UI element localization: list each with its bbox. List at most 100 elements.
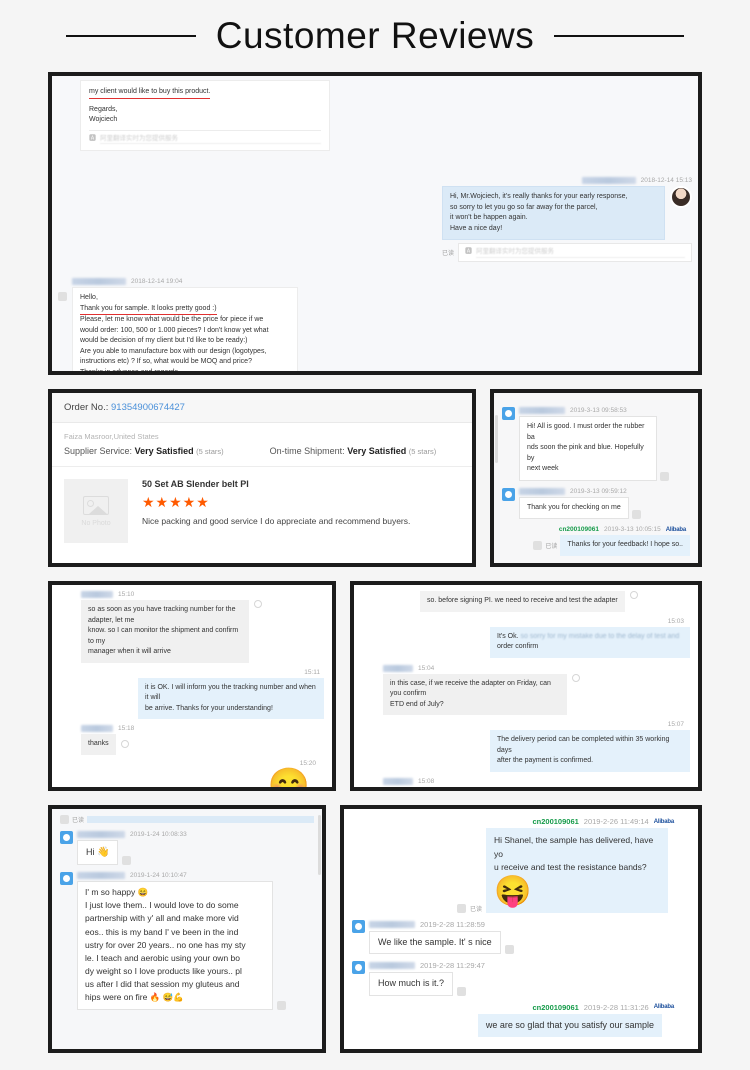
status-icon [572, 673, 580, 682]
message-row: cn200109061 2019-2-28 11:31:26 Alibaba w… [352, 1003, 690, 1038]
scrollbar[interactable] [318, 815, 321, 875]
wave-emoji: 👋 [97, 847, 110, 858]
order-number-value[interactable]: 91354900674427 [111, 402, 185, 413]
translate-bar[interactable]: 🅰 阿里翻译实时为您提供服务 [89, 129, 321, 145]
shipment-rating: On-time Shipment: Very Satisfied (5 star… [270, 446, 437, 456]
more-actions-icon[interactable] [533, 540, 543, 550]
message-text: hips were on fire [85, 992, 148, 1003]
more-actions-icon[interactable] [456, 903, 466, 913]
message-meta: 15:07 [362, 721, 690, 728]
message-meta: 2019-2-28 11:28:59 [369, 920, 514, 929]
message-meta: cn200109061 2019-3-13 10:05:15 Alibaba [502, 526, 690, 533]
image-icon [83, 495, 109, 515]
alibaba-badge-icon: Alibaba [653, 1004, 674, 1011]
message-bubble: my client would like to buy this product… [80, 80, 330, 152]
message-meta: 2019-3-13 09:58:53 [519, 407, 669, 414]
message-row: 已读 [60, 815, 314, 824]
shipment-label: On-time Shipment: [269, 446, 345, 456]
star-rating: ★★★★★ [142, 494, 210, 510]
message-line: Hi! All is good. I must order the rubber… [527, 423, 645, 441]
message-line: manager when it will arrive [88, 648, 171, 655]
more-actions-icon[interactable] [60, 815, 69, 824]
message-row: 2019-3-13 09:58:53 Hi! All is good. I mu… [502, 407, 690, 481]
sender-name-blurred [519, 407, 565, 414]
scrollbar[interactable] [495, 415, 498, 463]
chat-thread-3: 15:10 so as soon as you have tracking nu… [52, 585, 332, 787]
more-actions-icon[interactable] [122, 856, 132, 865]
more-actions-icon[interactable] [660, 471, 669, 481]
message-timestamp: 2019-2-26 11:49:14 [583, 817, 649, 826]
message-line: le. I teach and aerobic using your own b… [85, 952, 240, 963]
row-3: 15:10 so as soon as you have tracking nu… [0, 581, 750, 791]
more-actions-icon[interactable] [457, 986, 467, 996]
alibaba-badge-icon: Alibaba [653, 818, 674, 825]
avatar [352, 961, 365, 975]
message-line: order confirm [497, 643, 539, 650]
message-line: nds soon the pink and blue. Hopefully by [527, 444, 644, 462]
buyer-name: Faiza Masroor,United States [64, 432, 159, 441]
message-line: I just love them.. I would love to do so… [85, 900, 239, 911]
read-receipt: 已读 [545, 543, 558, 550]
more-actions-icon[interactable] [277, 1000, 286, 1010]
panel-conversation-6: cn200109061 2019-2-26 11:49:14 Alibaba 已… [340, 805, 702, 1053]
message-timestamp: 2019-2-28 11:29:47 [420, 961, 485, 971]
message-row: 15:10 so as soon as you have tracking nu… [60, 591, 324, 663]
more-actions-icon[interactable] [504, 945, 514, 955]
message-timestamp: 2019-3-13 09:58:53 [570, 407, 627, 414]
message-timestamp: 2019-3-13 10:05:15 [603, 526, 661, 533]
message-timestamp: 2019-1-24 10:10:47 [130, 872, 187, 879]
avatar [60, 831, 73, 844]
panel-conversation-4: so. before signing PI. we need to receiv… [350, 581, 702, 791]
sender-name-blurred [72, 278, 126, 285]
message-timestamp: 15:11 [304, 668, 320, 676]
panel-conversation-1: my client would like to buy this product… [48, 72, 702, 375]
message-timestamp: 2019-3-13 09:59:12 [570, 487, 627, 495]
translate-bar[interactable]: 🅰 阿里翻译实时为您提供服务 [458, 243, 692, 262]
message-bubble: thanks [81, 734, 116, 755]
message-row: 15:07 The delivery period can be complet… [362, 721, 690, 772]
more-actions-icon[interactable] [631, 510, 641, 519]
no-photo-label: No Photo [81, 519, 111, 527]
message-timestamp: 2018-12-14 19:04 [131, 278, 183, 285]
message-bubble: It's Ok. so sorry for my mistake due to … [490, 626, 690, 658]
message-timestamp: 15:03 [667, 617, 684, 625]
message-bubble: we are so glad that you satisfy our samp… [477, 1013, 662, 1038]
message-line: know. so I can monitor the shipment and … [88, 627, 239, 645]
sender-name-blurred [383, 664, 413, 672]
sender-name-blurred [369, 962, 415, 970]
message-line: eos.. this is my band I' ve been in the … [85, 926, 239, 937]
message-meta: 2019-2-28 11:29:47 [369, 961, 485, 970]
sender-name-blurred [519, 487, 565, 495]
account-id: cn200109061 [532, 1002, 579, 1012]
message-bubble: How much is it.? [369, 972, 454, 996]
message-line: us after I did that session my gluteus a… [85, 979, 240, 990]
product-review-section: No Photo 50 Set AB Slender belt PI ★★★★★… [52, 467, 472, 555]
message-line: in this case, if we receive the adapter … [390, 679, 551, 698]
page-title: Customer Reviews [215, 15, 535, 56]
avatar [502, 407, 515, 420]
message-timestamp: 2018-12-14 15:13 [640, 177, 692, 185]
message-line: Are you able to manufacture box with our… [80, 347, 267, 355]
product-title[interactable]: 50 Set AB Slender belt PI [142, 479, 460, 489]
message-text-blurred: so sorry for my mistake due to the delay… [520, 632, 680, 640]
supplier-service-label: Supplier Service: [64, 446, 133, 456]
smile-emoji: 😄 [137, 887, 149, 897]
message-line: it won't be happen again. [450, 214, 528, 222]
sender-avatar-blurred [362, 674, 380, 680]
message-meta: 15:18 [81, 725, 134, 732]
message-timestamp: 15:20 [299, 759, 316, 767]
sender-avatar-blurred [60, 734, 78, 740]
message-row: 15:08 so after we apply for original LC? [362, 777, 690, 787]
sender-name-blurred [77, 872, 125, 879]
chat-thread-4: so. before signing PI. we need to receiv… [354, 585, 698, 787]
panel-conversation-5: 已读 2019-1-24 10:08:33 Hi 👋 2019-1-24 10:… [48, 805, 326, 1053]
status-icon [120, 740, 129, 749]
chat-thread-2: 2019-3-13 09:58:53 Hi! All is good. I mu… [494, 393, 698, 563]
message-line: so sorry to let you go so far away for t… [450, 203, 598, 211]
header-rule-left [65, 35, 196, 37]
avatar [60, 872, 73, 885]
sender-name-blurred [369, 920, 415, 928]
translate-note: 阿里翻译实时为您提供服务 [100, 134, 321, 145]
row-1: my client would like to buy this product… [0, 72, 750, 375]
message-text-visible: It's Ok. [497, 632, 519, 640]
